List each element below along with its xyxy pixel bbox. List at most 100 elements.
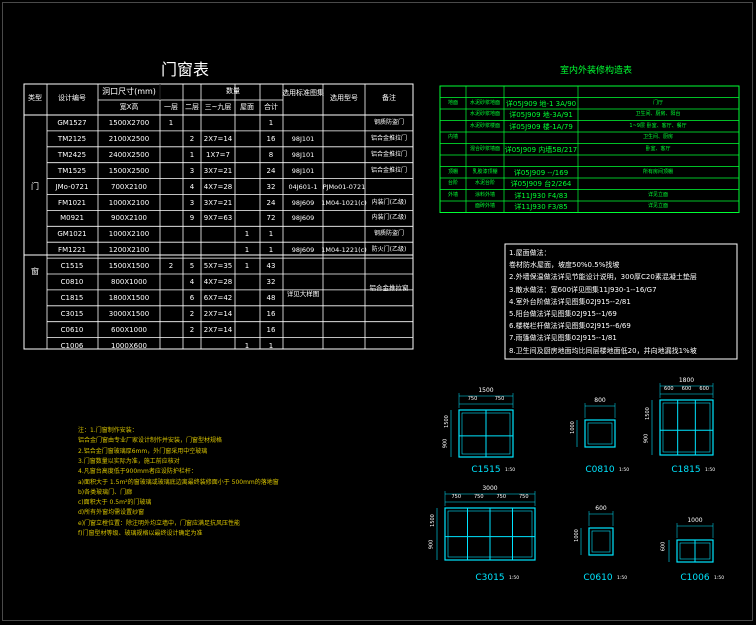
finish-code: 详05J909 台2/264 [510,180,572,188]
header-floor2: 二层 [185,103,199,111]
row-total: 32 [266,182,276,191]
elevation-label: C0610 [583,573,613,583]
finish-name: 水泥台阶 [474,180,496,186]
general-note-line: d)所有外窗均需设置纱窗 [78,509,145,517]
elevation-scale: 1:50 [704,468,716,473]
row-roof: 1 [244,341,250,350]
row-total: 24 [266,198,276,207]
finish-name: 水泥砂浆地面 [469,99,501,106]
header-code: 设计编号 [58,94,86,102]
row-std: 98J609 [291,214,315,223]
row-size: 1000X600 [111,341,147,350]
finish-part: 台阶 [447,180,459,186]
row-floor39: 3X7=21 [203,166,233,175]
finish-name: 面砖外墙 [474,203,496,209]
finish-name: 混合砂浆墙面 [469,145,501,152]
row-total: 32 [266,278,276,286]
row-floor2: 4 [189,182,195,191]
general-note-line: 2.铝合金门窗玻璃厚6mm，外门窗采用中空玻璃 [78,447,208,455]
row-std: 98J101 [291,150,315,159]
note-line: 3.散水做法：宽600详见图集11J930-1--16/G7 [509,285,657,294]
finish-code: 详05J909 内墙5B/217 [504,145,578,154]
window-remark: 铝合金推拉窗 [369,284,409,292]
row-total: 8 [268,150,274,159]
dim-vertical: 1500 [443,415,450,429]
finish-part: 地面 [447,99,459,106]
dim-sub: 600 [664,386,674,392]
general-note-line: e)门窗立樘位置：除注明外均立墙中，门窗应满足抗风压性能 [78,519,241,527]
dim-overall: 3000 [482,485,498,492]
header-category: 类型 [28,94,42,102]
elevation-label: C0810 [585,465,615,475]
row-floor2: 5 [189,262,195,271]
row-floor39: 5X7=35 [203,262,233,271]
finish-table-title: 室内外装修构造表 [559,66,633,76]
elevation-scale: 1:50 [508,576,520,581]
finish-name: 水泥砂浆地面 [469,111,501,117]
row-remark: 铝合金推拉门 [370,166,408,174]
table-title: 门窗表 [160,60,210,79]
row-total: 1 [268,119,274,127]
finish-code: 详05J909 地-1 3A/90 [505,99,577,108]
row-total: 16 [266,325,276,334]
row-std: 04J601-1 [288,182,318,191]
row-total: 16 [266,309,276,318]
header-floor1: 一层 [164,103,178,111]
row-size: 800X1000 [111,278,147,286]
row-std: 98J101 [291,134,315,143]
row-code: GM1527 [57,119,87,127]
row-total: 43 [266,262,276,271]
row-std: 98J609 [291,246,315,255]
row-size: 1500X1500 [108,262,150,271]
dim-sub: 600 [699,386,709,392]
finish-code: 详05J909 楼-1A/79 [509,122,573,131]
row-code: C0610 [60,325,84,334]
row-code: C0810 [60,278,84,286]
header-size-group: 洞口尺寸(mm) [102,87,156,96]
elevation-scale: 1:50 [618,468,630,473]
window-std: 详见大样图 [286,290,320,298]
dim-overall: 1800 [678,377,695,384]
elevation-label: C1815 [671,465,701,475]
general-note-line: b)各类玻璃门、门廊 [78,488,133,496]
dim-overall: 800 [594,397,606,404]
row-total: 1 [268,341,274,350]
row-floor2: 2 [189,325,195,334]
row-size: 1200X2100 [108,246,150,255]
row-code: FM1021 [58,198,86,207]
row-floor2: 3 [189,198,195,207]
window-frame [584,419,616,448]
header-total: 合计 [264,103,278,111]
row-floor39: 2X7=14 [203,309,233,318]
row-floor2: 4 [189,278,195,286]
header-std-no: 选用型号 [330,94,358,102]
general-note-line: c)面积大于 0.5m²的门玻璃 [78,499,152,507]
row-code: C1515 [60,262,84,271]
finish-scope: 门厅 [652,99,664,106]
row-floor39: 2X7=14 [203,325,233,334]
row-size: 1800X1500 [108,293,150,302]
general-note-line: 4.凡窗台高度低于900mm者应设防护栏杆： [78,468,197,476]
row-code: C3015 [60,309,84,318]
dim-vertical: 900 [442,438,449,448]
general-note-line: 铝合金门窗由专业厂家设计制作并安装，门窗型材规格 [78,437,223,445]
elevation-label: C3015 [475,573,505,583]
row-model: 1M04-1021(c) [321,198,367,207]
general-note-line: 3.门窗数量以实际为准，施工前应核对 [78,457,180,465]
row-floor2: 3 [189,166,195,175]
finish-code: 详11J930 F3/85 [514,203,568,211]
row-code: GM1021 [57,230,87,239]
row-floor39: 6X7=42 [203,293,233,302]
dim-vertical: 900 [428,539,435,550]
row-code: M0921 [60,214,84,223]
row-size: 2400X2500 [108,150,150,159]
dim-sub: 750 [467,396,478,402]
finish-part: 外墙 [447,191,459,198]
dim-vertical: 1500 [429,514,436,528]
row-code: C1006 [60,341,84,350]
row-floor39: 4X7=28 [203,278,233,286]
dim-overall: 1000 [687,517,703,524]
window-category-label: 窗 [31,267,39,276]
finish-part: 顶棚 [447,168,459,175]
row-floor39: 2X7=14 [203,134,233,143]
